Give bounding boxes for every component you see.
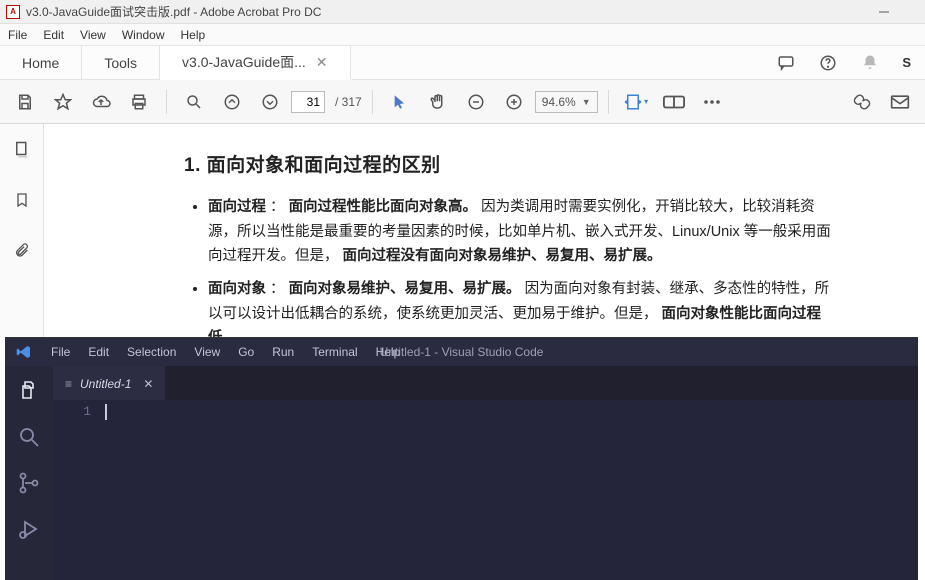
page-number-input[interactable] [291,91,325,113]
explorer-icon[interactable] [16,378,42,404]
source-control-icon[interactable] [16,470,42,496]
vs-menu-run[interactable]: Run [272,345,294,359]
close-tab-icon[interactable]: ✕ [316,54,328,71]
zoom-select[interactable]: 94.6% ▼ [535,91,598,113]
document-content: 1. 面向对象和面向过程的区别 面向过程 ： 面向过程性能比面向对象高。 因为类… [44,124,925,337]
list-item: 面向过程 ： 面向过程性能比面向对象高。 因为类调用时需要实例化，开销比较大，比… [208,195,835,269]
vscode-logo-icon [15,343,33,361]
acrobat-menubar: File Edit View Window Help [0,24,925,46]
sign-in[interactable]: S [902,55,911,70]
vs-menu-terminal[interactable]: Terminal [312,345,357,359]
share-link-icon[interactable] [845,85,879,119]
page-total: / 317 [335,95,362,109]
fit-width-icon[interactable]: ▾ [619,85,653,119]
page-down-icon[interactable] [253,85,287,119]
print-icon[interactable] [122,85,156,119]
menu-edit[interactable]: Edit [43,28,64,42]
vscode-tab-label: Untitled-1 [80,377,131,391]
content-heading: 1. 面向对象和面向过程的区别 [184,150,835,177]
vscode-editor[interactable]: 1 [53,400,918,580]
menu-help[interactable]: Help [181,28,206,42]
menu-window[interactable]: Window [122,28,165,42]
acrobat-tabbar: Home Tools v3.0-JavaGuide面... ✕ S [0,46,925,80]
star-icon[interactable] [46,85,80,119]
menu-file[interactable]: File [8,28,27,42]
file-icon: ≡ [65,377,72,391]
tab-tools[interactable]: Tools [82,46,160,79]
run-debug-icon[interactable] [16,516,42,542]
vs-menu-view[interactable]: View [194,345,220,359]
more-icon[interactable] [695,85,729,119]
comment-icon[interactable] [776,53,796,73]
acrobat-toolbar: / 317 94.6% ▼ ▾ [0,80,925,124]
cloud-upload-icon[interactable] [84,85,118,119]
vscode-window: File Edit Selection View Go Run Terminal… [5,337,918,579]
window-title: v3.0-JavaGuide面试突击版.pdf - Adobe Acrobat … [26,3,321,20]
vscode-activity-bar [5,366,53,580]
attachment-icon[interactable] [10,238,34,262]
pointer-icon[interactable] [383,85,417,119]
tab-document[interactable]: v3.0-JavaGuide面... ✕ [160,46,350,80]
acrobat-titlebar: A v3.0-JavaGuide面试突击版.pdf - Adobe Acroba… [0,0,925,24]
zoom-value: 94.6% [542,95,576,109]
search-icon[interactable] [177,85,211,119]
minimize-button[interactable] [879,7,919,17]
vs-menu-selection[interactable]: Selection [127,345,176,359]
search-icon[interactable] [16,424,42,450]
page-up-icon[interactable] [215,85,249,119]
text-cursor [105,404,107,420]
zoom-in-icon[interactable] [497,85,531,119]
menu-view[interactable]: View [80,28,106,42]
bookmark-icon[interactable] [10,188,34,212]
bell-icon[interactable] [860,53,880,73]
acrobat-sidebar [0,124,44,337]
vs-menu-edit[interactable]: Edit [88,345,109,359]
thumbnails-icon[interactable] [10,138,34,162]
vscode-tab[interactable]: ≡ Untitled-1 ✕ [53,366,165,400]
zoom-out-icon[interactable] [459,85,493,119]
line-number: 1 [53,400,105,580]
chevron-down-icon: ▼ [582,97,591,107]
save-icon[interactable] [8,85,42,119]
vscode-window-title: Untitled-1 - Visual Studio Code [380,345,544,359]
read-mode-icon[interactable] [657,85,691,119]
email-icon[interactable] [883,85,917,119]
hand-icon[interactable] [421,85,455,119]
tab-home[interactable]: Home [0,46,82,79]
close-icon[interactable]: ✕ [143,377,153,391]
pdf-file-icon: A [6,5,20,19]
tab-document-label: v3.0-JavaGuide面... [182,52,306,72]
vscode-titlebar: File Edit Selection View Go Run Terminal… [5,338,918,366]
vscode-tabs: ≡ Untitled-1 ✕ [53,366,918,400]
help-icon[interactable] [818,53,838,73]
vs-menu-go[interactable]: Go [238,345,254,359]
vs-menu-file[interactable]: File [51,345,70,359]
